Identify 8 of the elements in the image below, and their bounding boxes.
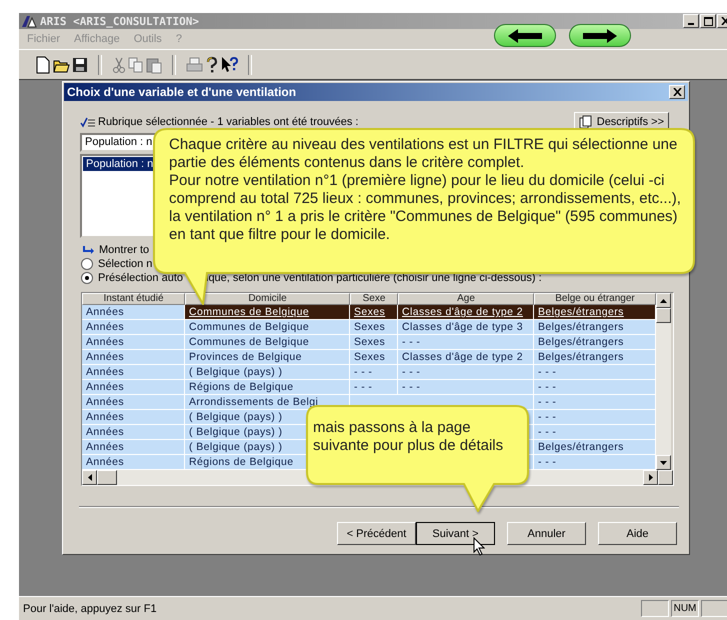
- dialog-title: Choix d'une variable et d'une ventilation: [67, 85, 296, 99]
- window-title: ARIS <ARIS_CONSULTATION>: [40, 14, 199, 28]
- radio-label: Sélection n: [98, 258, 152, 270]
- status-indicator: NUM: [671, 600, 699, 617]
- radio-label: Présélection auto: [98, 272, 183, 284]
- callout-text: Chaque critère au niveau des ventilations est un FILTRE qui sélectionne une partie des éléments contenus dans le critère complet. Pour notre ventilation n°1 (première ligne) pour le lieu du domicile (celui -ci comprend au total 725 lieux : communes, provinces; arrondissements, etc...), la ventilation n° 1 a pris le critère "Communes de Belgique" (595 communes) en tant que filtre pour le domicile.: [169, 136, 681, 244]
- status-message: Pour l'aide, appuyez sur F1: [23, 602, 157, 614]
- heading-label: Rubrique sélectionnée - 1 variables ont été trouvées :: [98, 116, 358, 128]
